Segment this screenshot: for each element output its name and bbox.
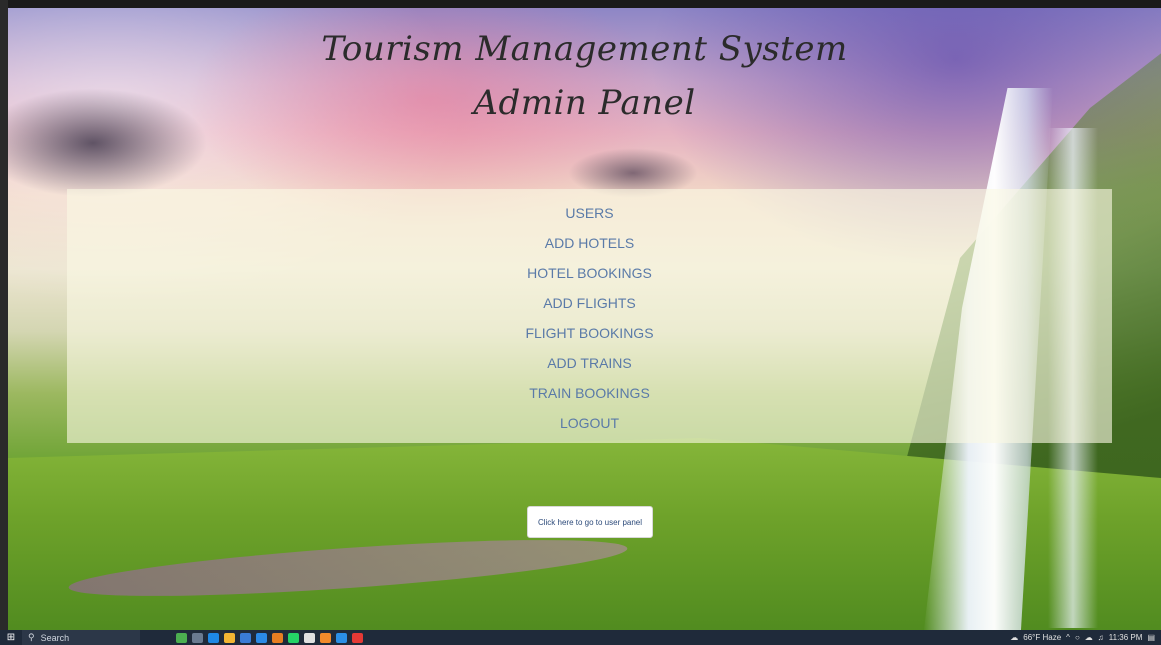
page-title-line-2: Admin Panel bbox=[473, 83, 696, 123]
menu-item-logout: LOGOUT bbox=[67, 411, 1112, 441]
whatsapp-icon[interactable] bbox=[288, 632, 299, 643]
weather-text[interactable]: 66°F Haze bbox=[1023, 633, 1061, 642]
sublime-icon[interactable] bbox=[320, 632, 331, 643]
sticky-weather-icon[interactable] bbox=[176, 632, 187, 643]
cloud-icon[interactable]: ☁ bbox=[1085, 633, 1093, 642]
taskbar-search-box[interactable]: ⚲ Search bbox=[22, 630, 140, 645]
paint-icon[interactable] bbox=[304, 632, 315, 643]
edge-browser-icon[interactable] bbox=[208, 632, 219, 643]
speaker-icon[interactable]: ♫ bbox=[1098, 633, 1104, 642]
menu-item-add-flights: ADD FLIGHTS bbox=[67, 291, 1112, 321]
screen: Tourism Management System Admin Panel US… bbox=[0, 0, 1161, 645]
windows-start-icon[interactable]: ⊞ bbox=[0, 630, 22, 645]
search-icon: ⚲ bbox=[28, 632, 35, 642]
calendar-icon[interactable] bbox=[272, 632, 283, 643]
menu-item-add-hotels: ADD HOTELS bbox=[67, 231, 1112, 261]
flight-bookings-link[interactable]: FLIGHT BOOKINGS bbox=[525, 325, 653, 341]
chevron-up-icon[interactable]: ^ bbox=[1066, 633, 1070, 642]
menu-item-train-bookings: TRAIN BOOKINGS bbox=[67, 381, 1112, 411]
task-view-icon[interactable] bbox=[192, 632, 203, 643]
file-explorer-icon[interactable] bbox=[224, 632, 235, 643]
menu-item-hotel-bookings: HOTEL BOOKINGS bbox=[67, 261, 1112, 291]
go-to-user-panel-button[interactable]: Click here to go to user panel bbox=[527, 506, 653, 538]
taskbar-search-placeholder: Search bbox=[40, 632, 70, 643]
windows-taskbar: ⊞ ⚲ Search ☁ 66°F Haze ^ ○ ☁ ♫ 11:36 PM … bbox=[0, 630, 1161, 645]
train-bookings-link[interactable]: TRAIN BOOKINGS bbox=[529, 385, 650, 401]
admin-menu-list: USERS ADD HOTELS HOTEL BOOKINGS ADD FLIG… bbox=[67, 189, 1112, 441]
logout-link[interactable]: LOGOUT bbox=[560, 415, 619, 431]
page-title-line-1: Tourism Management System bbox=[321, 29, 848, 69]
clock-time[interactable]: 11:36 PM bbox=[1109, 633, 1143, 642]
add-trains-link[interactable]: ADD TRAINS bbox=[547, 355, 632, 371]
admin-menu-panel: USERS ADD HOTELS HOTEL BOOKINGS ADD FLIG… bbox=[67, 189, 1112, 443]
menu-item-add-trains: ADD TRAINS bbox=[67, 351, 1112, 381]
store-icon[interactable] bbox=[240, 632, 251, 643]
page-title: Tourism Management System Admin Panel bbox=[8, 22, 1161, 130]
notification-icon[interactable]: ▤ bbox=[1147, 633, 1155, 642]
system-tray: ☁ 66°F Haze ^ ○ ☁ ♫ 11:36 PM ▤ bbox=[1005, 633, 1161, 642]
menu-item-flight-bookings: FLIGHT BOOKINGS bbox=[67, 321, 1112, 351]
menu-item-users: USERS bbox=[67, 201, 1112, 231]
add-hotels-link[interactable]: ADD HOTELS bbox=[545, 235, 634, 251]
window-top-edge bbox=[0, 0, 1161, 8]
mail-icon[interactable] bbox=[256, 632, 267, 643]
window-left-edge bbox=[0, 0, 8, 645]
network-icon[interactable]: ○ bbox=[1075, 633, 1080, 642]
hotel-bookings-link[interactable]: HOTEL BOOKINGS bbox=[527, 265, 652, 281]
add-flights-link[interactable]: ADD FLIGHTS bbox=[543, 295, 636, 311]
chrome-icon[interactable] bbox=[352, 632, 363, 643]
taskbar-pinned-apps bbox=[176, 632, 368, 643]
weather-icon[interactable]: ☁ bbox=[1010, 633, 1018, 642]
vscode-icon[interactable] bbox=[336, 632, 347, 643]
users-link[interactable]: USERS bbox=[565, 205, 613, 221]
